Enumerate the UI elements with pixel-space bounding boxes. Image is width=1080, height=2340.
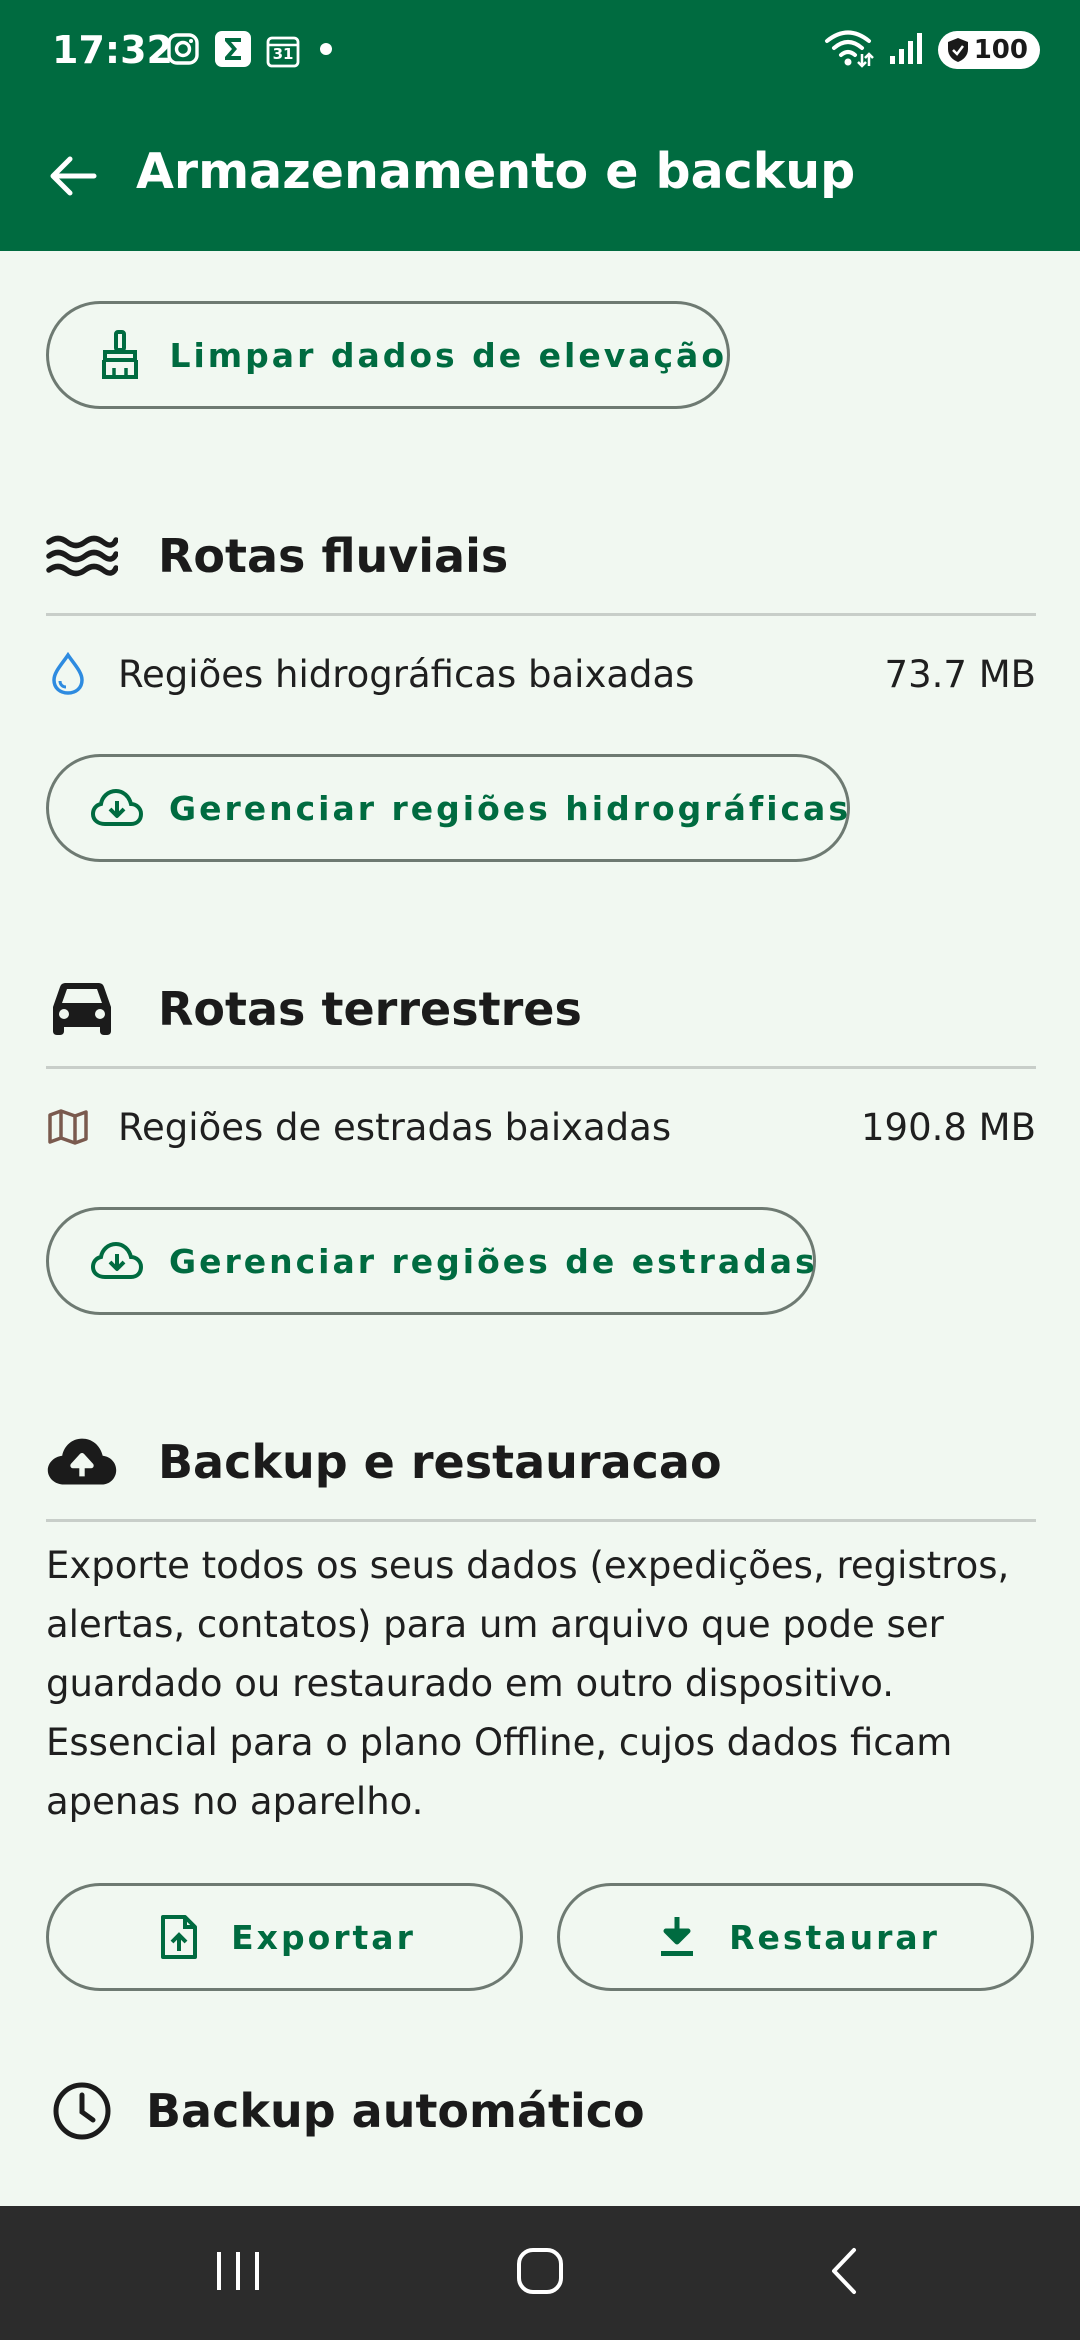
battery-level: 100	[973, 35, 1028, 65]
waves-icon	[46, 520, 118, 592]
app-bar: Armazenamento e backup	[0, 105, 1080, 251]
manage-road-regions-button[interactable]: Gerenciar regiões de estradas	[46, 1207, 816, 1315]
car-icon	[46, 973, 118, 1045]
auto-backup-title: Backup automático	[146, 2084, 645, 2138]
download-icon	[651, 1911, 703, 1963]
system-back-button[interactable]	[794, 2243, 894, 2303]
water-regions-size: 73.7 MB	[884, 652, 1036, 696]
water-drop-icon	[46, 652, 90, 696]
road-regions-size: 190.8 MB	[861, 1105, 1036, 1149]
settings-content[interactable]: Limpar dados de elevação Rotas fluviais …	[0, 251, 1080, 2206]
back-button[interactable]	[36, 142, 108, 214]
backup-divider	[46, 1519, 1036, 1522]
file-upload-icon	[153, 1911, 205, 1963]
instagram-icon	[166, 32, 200, 70]
restore-button[interactable]: Restaurar	[557, 1883, 1034, 1991]
status-system-icons: 100	[824, 28, 1040, 72]
page-title: Armazenamento e backup	[136, 143, 856, 200]
back-icon	[824, 2246, 864, 2300]
signal-icon	[888, 30, 924, 70]
clear-elevation-button[interactable]: Limpar dados de elevação	[46, 301, 730, 409]
sigma-icon	[214, 30, 252, 72]
recent-apps-button[interactable]	[188, 2243, 288, 2303]
status-bar: 17:32 31 100	[0, 0, 1080, 105]
land-routes-title: Rotas terrestres	[158, 982, 582, 1036]
land-routes-divider	[46, 1066, 1036, 1069]
status-time: 17:32	[52, 28, 173, 72]
backup-header: Backup e restauracao	[46, 1412, 1036, 1512]
water-routes-divider	[46, 613, 1036, 616]
cloud-download-icon	[91, 782, 143, 834]
status-notification-icons: 31	[166, 30, 338, 72]
arrow-left-icon	[46, 150, 98, 206]
backup-title: Backup e restauracao	[158, 1435, 722, 1489]
home-icon	[515, 2246, 565, 2300]
home-button[interactable]	[490, 2243, 590, 2303]
dot-icon	[314, 37, 338, 65]
recent-apps-icon	[213, 2248, 263, 2298]
export-label: Exportar	[231, 1917, 416, 1957]
clock-icon	[46, 2075, 118, 2147]
cloud-download-icon	[91, 1235, 143, 1287]
road-regions-label: Regiões de estradas baixadas	[118, 1105, 672, 1149]
calendar-icon: 31	[266, 34, 300, 68]
wifi-icon	[824, 28, 874, 72]
restore-label: Restaurar	[729, 1917, 940, 1957]
water-regions-label: Regiões hidrográficas baixadas	[118, 652, 695, 696]
manage-road-regions-label: Gerenciar regiões de estradas	[169, 1241, 818, 1281]
clear-elevation-label: Limpar dados de elevação	[169, 335, 727, 375]
water-routes-title: Rotas fluviais	[158, 529, 509, 583]
export-button[interactable]: Exportar	[46, 1883, 523, 1991]
battery-icon: 100	[937, 31, 1040, 69]
water-routes-header: Rotas fluviais	[46, 506, 1036, 606]
map-icon	[46, 1105, 90, 1149]
manage-water-regions-label: Gerenciar regiões hidrográficas	[169, 788, 851, 828]
broom-icon	[97, 329, 143, 381]
calendar-day-text: 31	[272, 45, 294, 63]
water-regions-row: Regiões hidrográficas baixadas 73.7 MB	[46, 639, 1036, 709]
road-regions-row: Regiões de estradas baixadas 190.8 MB	[46, 1092, 1036, 1162]
land-routes-header: Rotas terrestres	[46, 959, 1036, 1059]
system-nav-bar	[0, 2206, 1080, 2340]
backup-description: Exporte todos os seus dados (expedições,…	[46, 1544, 1010, 1823]
manage-water-regions-button[interactable]: Gerenciar regiões hidrográficas	[46, 754, 850, 862]
cloud-upload-icon	[46, 1426, 118, 1498]
auto-backup-header: Backup automático	[46, 2061, 1036, 2161]
